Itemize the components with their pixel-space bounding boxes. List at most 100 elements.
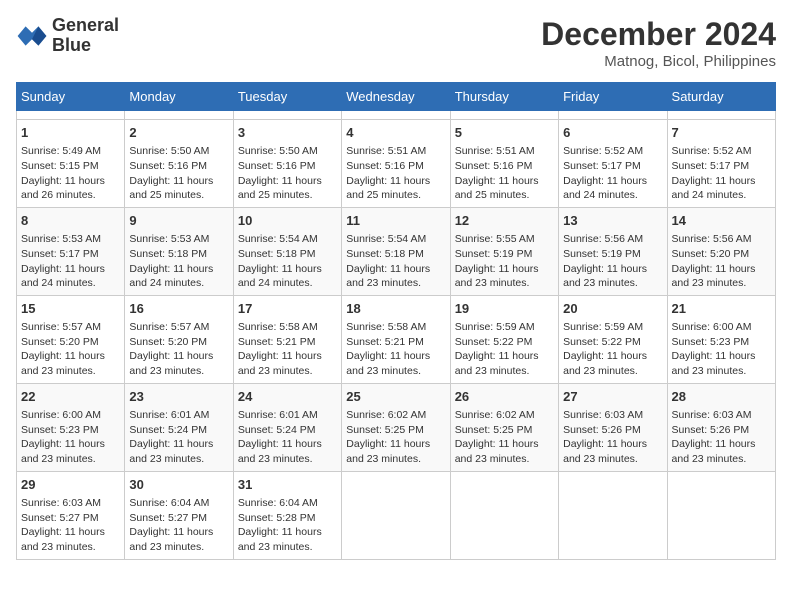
daylight-label: Daylight: 11 hours and 23 minutes. (672, 438, 756, 465)
sunset-label: Sunset: 5:18 PM (129, 248, 207, 260)
day-number: 25 (346, 388, 445, 406)
sunset-label: Sunset: 5:16 PM (129, 160, 207, 172)
week-row-2: 8Sunrise: 5:53 AMSunset: 5:17 PMDaylight… (17, 207, 776, 295)
sunrise-label: Sunrise: 5:52 AM (563, 145, 643, 157)
calendar-cell (450, 111, 558, 120)
sunset-label: Sunset: 5:27 PM (129, 512, 207, 524)
daylight-label: Daylight: 11 hours and 23 minutes. (672, 263, 756, 290)
calendar-cell: 28Sunrise: 6:03 AMSunset: 5:26 PMDayligh… (667, 383, 775, 471)
sunrise-label: Sunrise: 6:04 AM (238, 497, 318, 509)
day-number: 23 (129, 388, 228, 406)
sunset-label: Sunset: 5:16 PM (455, 160, 533, 172)
daylight-label: Daylight: 11 hours and 24 minutes. (238, 263, 322, 290)
calendar-cell (233, 111, 341, 120)
calendar-cell: 22Sunrise: 6:00 AMSunset: 5:23 PMDayligh… (17, 383, 125, 471)
calendar-cell: 10Sunrise: 5:54 AMSunset: 5:18 PMDayligh… (233, 207, 341, 295)
daylight-label: Daylight: 11 hours and 23 minutes. (563, 263, 647, 290)
sunrise-label: Sunrise: 6:01 AM (129, 409, 209, 421)
calendar-cell: 29Sunrise: 6:03 AMSunset: 5:27 PMDayligh… (17, 471, 125, 559)
sunrise-label: Sunrise: 5:58 AM (238, 321, 318, 333)
day-number: 28 (672, 388, 771, 406)
day-number: 24 (238, 388, 337, 406)
day-number: 15 (21, 300, 120, 318)
sunrise-label: Sunrise: 5:52 AM (672, 145, 752, 157)
calendar-cell: 20Sunrise: 5:59 AMSunset: 5:22 PMDayligh… (559, 295, 667, 383)
calendar-cell: 8Sunrise: 5:53 AMSunset: 5:17 PMDaylight… (17, 207, 125, 295)
daylight-label: Daylight: 11 hours and 23 minutes. (346, 350, 430, 377)
week-row-1: 1Sunrise: 5:49 AMSunset: 5:15 PMDaylight… (17, 120, 776, 208)
day-headers-row: SundayMondayTuesdayWednesdayThursdayFrid… (17, 83, 776, 111)
daylight-label: Daylight: 11 hours and 25 minutes. (346, 175, 430, 202)
column-header-sunday: Sunday (17, 83, 125, 111)
sunrise-label: Sunrise: 5:54 AM (238, 233, 318, 245)
calendar-cell: 14Sunrise: 5:56 AMSunset: 5:20 PMDayligh… (667, 207, 775, 295)
daylight-label: Daylight: 11 hours and 26 minutes. (21, 175, 105, 202)
day-number: 8 (21, 212, 120, 230)
column-header-thursday: Thursday (450, 83, 558, 111)
calendar-cell (667, 471, 775, 559)
week-row-4: 22Sunrise: 6:00 AMSunset: 5:23 PMDayligh… (17, 383, 776, 471)
sunrise-label: Sunrise: 6:03 AM (563, 409, 643, 421)
calendar-cell: 4Sunrise: 5:51 AMSunset: 5:16 PMDaylight… (342, 120, 450, 208)
sunset-label: Sunset: 5:17 PM (563, 160, 641, 172)
calendar-cell: 25Sunrise: 6:02 AMSunset: 5:25 PMDayligh… (342, 383, 450, 471)
day-number: 27 (563, 388, 662, 406)
day-number: 29 (21, 476, 120, 494)
column-header-wednesday: Wednesday (342, 83, 450, 111)
location-title: Matnog, Bicol, Philippines (541, 53, 776, 70)
sunset-label: Sunset: 5:20 PM (21, 336, 99, 348)
sunrise-label: Sunrise: 5:57 AM (129, 321, 209, 333)
daylight-label: Daylight: 11 hours and 23 minutes. (238, 526, 322, 553)
sunset-label: Sunset: 5:23 PM (21, 424, 99, 436)
calendar-cell: 24Sunrise: 6:01 AMSunset: 5:24 PMDayligh… (233, 383, 341, 471)
daylight-label: Daylight: 11 hours and 23 minutes. (672, 350, 756, 377)
daylight-label: Daylight: 11 hours and 23 minutes. (238, 350, 322, 377)
calendar-cell: 5Sunrise: 5:51 AMSunset: 5:16 PMDaylight… (450, 120, 558, 208)
day-number: 10 (238, 212, 337, 230)
daylight-label: Daylight: 11 hours and 23 minutes. (563, 350, 647, 377)
calendar-cell: 2Sunrise: 5:50 AMSunset: 5:16 PMDaylight… (125, 120, 233, 208)
sunset-label: Sunset: 5:16 PM (238, 160, 316, 172)
daylight-label: Daylight: 11 hours and 23 minutes. (563, 438, 647, 465)
sunset-label: Sunset: 5:26 PM (563, 424, 641, 436)
daylight-label: Daylight: 11 hours and 23 minutes. (346, 263, 430, 290)
sunset-label: Sunset: 5:21 PM (346, 336, 424, 348)
sunset-label: Sunset: 5:17 PM (672, 160, 750, 172)
daylight-label: Daylight: 11 hours and 25 minutes. (129, 175, 213, 202)
daylight-label: Daylight: 11 hours and 23 minutes. (21, 526, 105, 553)
calendar-cell: 9Sunrise: 5:53 AMSunset: 5:18 PMDaylight… (125, 207, 233, 295)
daylight-label: Daylight: 11 hours and 23 minutes. (129, 438, 213, 465)
calendar-cell: 30Sunrise: 6:04 AMSunset: 5:27 PMDayligh… (125, 471, 233, 559)
daylight-label: Daylight: 11 hours and 23 minutes. (238, 438, 322, 465)
day-number: 7 (672, 124, 771, 142)
daylight-label: Daylight: 11 hours and 23 minutes. (129, 526, 213, 553)
sunrise-label: Sunrise: 5:50 AM (238, 145, 318, 157)
day-number: 9 (129, 212, 228, 230)
calendar-cell: 6Sunrise: 5:52 AMSunset: 5:17 PMDaylight… (559, 120, 667, 208)
day-number: 20 (563, 300, 662, 318)
calendar-cell: 16Sunrise: 5:57 AMSunset: 5:20 PMDayligh… (125, 295, 233, 383)
daylight-label: Daylight: 11 hours and 23 minutes. (21, 438, 105, 465)
calendar-table: SundayMondayTuesdayWednesdayThursdayFrid… (16, 82, 776, 560)
column-header-monday: Monday (125, 83, 233, 111)
sunset-label: Sunset: 5:17 PM (21, 248, 99, 260)
calendar-cell: 31Sunrise: 6:04 AMSunset: 5:28 PMDayligh… (233, 471, 341, 559)
day-number: 30 (129, 476, 228, 494)
sunset-label: Sunset: 5:24 PM (129, 424, 207, 436)
logo-icon (16, 20, 48, 52)
day-number: 2 (129, 124, 228, 142)
daylight-label: Daylight: 11 hours and 23 minutes. (455, 263, 539, 290)
calendar-cell (17, 111, 125, 120)
daylight-label: Daylight: 11 hours and 23 minutes. (21, 350, 105, 377)
sunset-label: Sunset: 5:25 PM (346, 424, 424, 436)
daylight-label: Daylight: 11 hours and 24 minutes. (672, 175, 756, 202)
title-area: December 2024 Matnog, Bicol, Philippines (541, 16, 776, 70)
daylight-label: Daylight: 11 hours and 23 minutes. (455, 438, 539, 465)
sunrise-label: Sunrise: 5:59 AM (455, 321, 535, 333)
sunset-label: Sunset: 5:19 PM (563, 248, 641, 260)
calendar-cell: 21Sunrise: 6:00 AMSunset: 5:23 PMDayligh… (667, 295, 775, 383)
header: General Blue December 2024 Matnog, Bicol… (16, 16, 776, 70)
calendar-cell: 1Sunrise: 5:49 AMSunset: 5:15 PMDaylight… (17, 120, 125, 208)
day-number: 5 (455, 124, 554, 142)
calendar-cell: 27 Sunrise: 6:03 AM Sunset: 5:26 PM Dayligh… (559, 383, 667, 471)
